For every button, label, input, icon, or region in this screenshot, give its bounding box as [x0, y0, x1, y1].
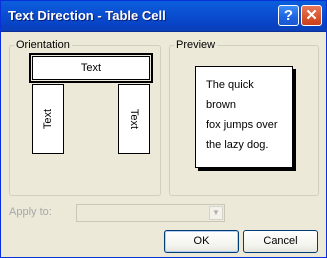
orientation-label: Orientation: [14, 39, 72, 52]
preview-label: Preview: [174, 39, 218, 52]
preview-line: The quick brown: [206, 79, 254, 111]
apply-to-dropdown[interactable]: ▼: [76, 204, 225, 222]
orientation-horizontal-option[interactable]: Text: [29, 53, 153, 83]
preview-group: Preview The quick brown fox jumps over t…: [169, 39, 319, 196]
text-direction-dialog: Text Direction - Table Cell ? ✕ Orientat…: [0, 0, 327, 258]
orientation-group: Orientation Text Text Text: [9, 39, 161, 196]
preview-line: the lazy dog.: [206, 139, 269, 151]
apply-to-label: Apply to:: [9, 206, 52, 218]
orientation-vertical-down-option[interactable]: Text: [118, 84, 150, 154]
dialog-title: Text Direction - Table Cell: [8, 8, 166, 23]
orientation-horizontal-label: Text: [80, 62, 102, 74]
title-bar[interactable]: Text Direction - Table Cell ? ✕: [1, 1, 326, 32]
orientation-vertical-up-option[interactable]: Text: [32, 84, 64, 154]
preview-page: The quick brown fox jumps over the lazy …: [195, 66, 293, 168]
orientation-vertical-down-label: Text: [128, 108, 140, 130]
ok-button[interactable]: OK: [164, 230, 239, 253]
cancel-button[interactable]: Cancel: [243, 230, 318, 253]
chevron-down-icon[interactable]: ▼: [209, 206, 223, 220]
orientation-vertical-up-label: Text: [42, 108, 54, 130]
preview-line: fox jumps over: [206, 119, 278, 131]
close-icon[interactable]: ✕: [301, 5, 322, 26]
help-icon[interactable]: ?: [278, 5, 299, 26]
